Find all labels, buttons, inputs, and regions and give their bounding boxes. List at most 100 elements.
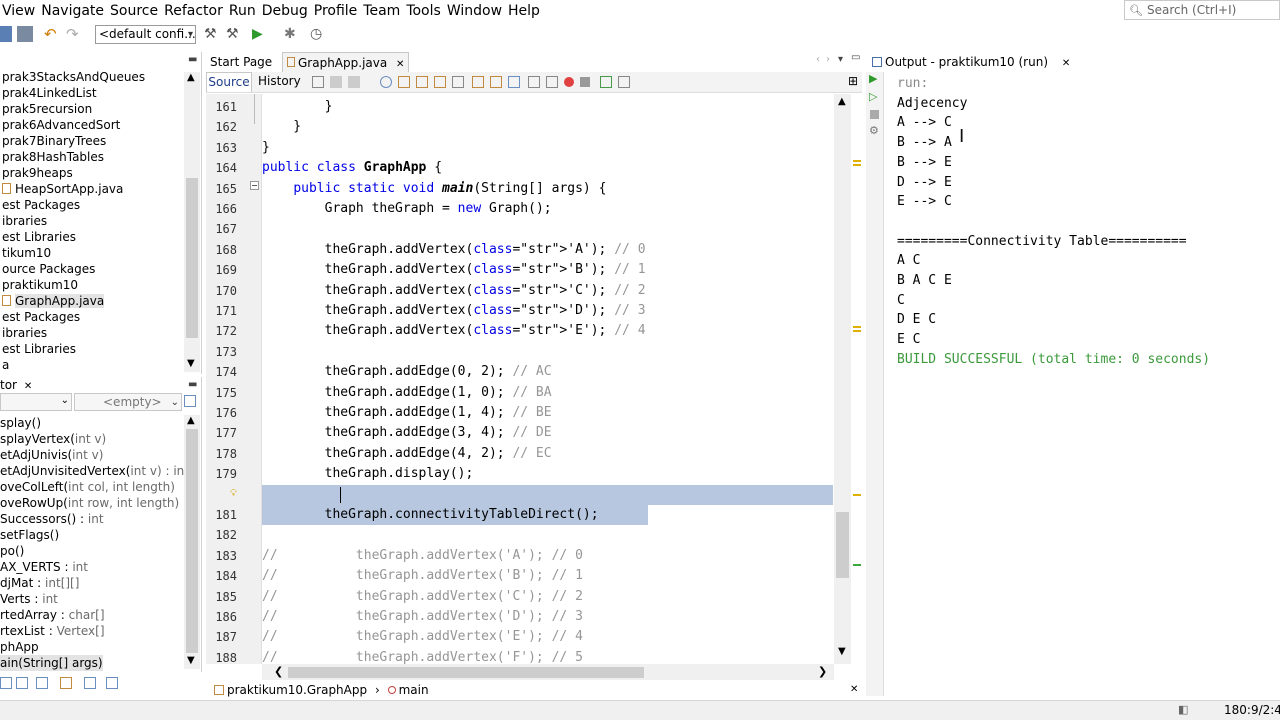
code-line[interactable]: } (262, 138, 833, 158)
code-line[interactable]: theGraph.addEdge(3, 4); // DE (262, 423, 833, 443)
navigator-member-select[interactable]: <empty> ⌄ (74, 393, 182, 411)
notification-icon[interactable]: ◧ (1178, 703, 1188, 716)
prev-bookmark-icon[interactable] (472, 76, 484, 88)
code-line[interactable]: // theGraph.addVertex('B'); // 1 (262, 566, 833, 586)
find-next-icon[interactable] (416, 76, 428, 88)
save-all-icon[interactable] (17, 26, 33, 42)
find-prev-icon[interactable] (398, 76, 410, 88)
code-line[interactable]: public class GraphApp { (262, 158, 833, 178)
sort-by-name-icon[interactable] (84, 677, 96, 689)
toggle-bookmark-icon[interactable] (508, 76, 520, 88)
sort-by-source-icon[interactable] (106, 677, 118, 689)
build-icon[interactable]: ⚒ (204, 26, 220, 42)
project-tree-item[interactable]: praktikum10 (2, 277, 78, 293)
undo-icon[interactable]: ↶ (44, 26, 60, 42)
navigator-member[interactable]: setFlags() (0, 527, 59, 543)
scroll-left-icon[interactable]: ❮ (274, 665, 283, 678)
add-icon[interactable]: ⊞ (848, 74, 858, 88)
tab-scroll-right-icon[interactable]: › (826, 54, 830, 65)
menu-run[interactable]: Run (227, 3, 260, 19)
menu-help[interactable]: Help (506, 3, 544, 19)
project-tree-item[interactable]: est Packages (2, 309, 80, 325)
code-line[interactable]: // theGraph.addVertex('C'); // 2 (262, 587, 833, 607)
navigator-member[interactable]: oveColLeft(int col, int length) (0, 479, 175, 495)
code-line[interactable]: // theGraph.addVertex('A'); // 0 (262, 546, 833, 566)
project-tree-item[interactable]: est Libraries (2, 341, 76, 357)
project-tree-item[interactable]: prak7BinaryTrees (2, 133, 106, 149)
filter-icon[interactable] (184, 395, 196, 407)
close-icon[interactable]: ✕ (396, 59, 404, 70)
start-macro-icon[interactable] (600, 76, 612, 88)
hint-bulb-icon[interactable]: 💡︎ (230, 488, 237, 499)
fold-icon[interactable]: − (250, 181, 259, 190)
editor-scrollbar[interactable]: ▲ ▼ (834, 94, 851, 664)
navigator-member[interactable]: splayVertex(int v) (0, 431, 106, 447)
warning-mark[interactable] (853, 160, 861, 162)
code-line[interactable]: public static void main(String[] args) { (262, 179, 833, 199)
scroll-down-icon[interactable]: ▼ (187, 655, 195, 666)
code-line[interactable]: theGraph.addVertex(class="str">'E'); // … (262, 321, 833, 341)
scroll-down-icon[interactable]: ▼ (838, 646, 846, 657)
scroll-thumb[interactable] (186, 178, 198, 338)
navigator-filter-select[interactable]: ⌄ (0, 393, 72, 411)
navigator-member[interactable]: po() (0, 543, 24, 559)
rerun-with-params-icon[interactable]: ▷ (869, 90, 877, 103)
scroll-up-icon[interactable]: ▲ (187, 415, 195, 426)
filter-static-icon[interactable] (16, 677, 28, 689)
code-line[interactable]: theGraph.addEdge(1, 0); // BA (262, 383, 833, 403)
code-line[interactable] (262, 342, 833, 362)
scroll-up-icon[interactable]: ▲ (187, 72, 195, 83)
code-line[interactable]: // theGraph.addVertex('E'); // 4 (262, 627, 833, 647)
menu-refactor[interactable]: Refactor (162, 3, 227, 19)
back-icon[interactable] (330, 76, 342, 88)
navigator-member[interactable]: djMat : int[][] (0, 575, 79, 591)
project-tree-item[interactable]: HeapSortApp.java (2, 181, 123, 197)
scroll-down-icon[interactable]: ▼ (187, 358, 195, 369)
output-console[interactable]: I run: Adjecency A --> C B --> A B --> E D --… (885, 74, 1280, 696)
new-project-icon[interactable] (0, 26, 12, 42)
code-line[interactable]: theGraph.display(); (262, 464, 833, 484)
forward-icon[interactable] (348, 76, 360, 88)
menu-tools[interactable]: Tools (404, 3, 445, 19)
project-tree-item[interactable]: prak5recursion (2, 101, 92, 117)
find-icon[interactable] (380, 76, 392, 88)
navigator-member[interactable]: rtexList : Vertex[] (0, 623, 105, 639)
navigator-member[interactable]: etAdjUnvisitedVertex(int v) : int (0, 463, 189, 479)
minimize-icon[interactable]: ▬ (188, 379, 197, 390)
menu-window[interactable]: Window (445, 3, 506, 19)
shift-right-icon[interactable] (546, 76, 558, 88)
menu-view[interactable]: View (0, 3, 39, 19)
project-tree-item[interactable]: tikum10 (2, 245, 51, 261)
shift-left-icon[interactable] (528, 76, 540, 88)
record-macro-icon[interactable] (564, 77, 574, 87)
project-tree-item[interactable]: ibraries (2, 213, 47, 229)
code-line[interactable]: theGraph.connectivityTableDirect(); (262, 505, 648, 525)
project-tree-item[interactable]: prak4LinkedList (2, 85, 97, 101)
close-icon[interactable]: ✕ (24, 381, 32, 392)
navigator-tab[interactable]: tor (0, 378, 17, 392)
tab-output[interactable]: Output - praktikum10 (run) ✕ (868, 52, 1074, 72)
redo-icon[interactable]: ↷ (66, 26, 82, 42)
filter-nonpublic-icon[interactable] (36, 677, 48, 689)
project-tree-item[interactable]: est Packages (2, 197, 80, 213)
code-line[interactable]: theGraph.addVertex(class="str">'D'); // … (262, 301, 833, 321)
scroll-thumb[interactable] (836, 512, 849, 578)
navigator-member[interactable]: phApp (0, 639, 39, 655)
source-tab[interactable]: Source (206, 72, 252, 92)
run-icon[interactable]: ▶ (252, 26, 268, 42)
navigator-member[interactable]: ain(String[] args) (0, 655, 103, 671)
code-line[interactable]: theGraph.addEdge(1, 4); // BE (262, 403, 833, 423)
code-line[interactable] (262, 484, 833, 505)
tab-start-page[interactable]: Start Page (206, 52, 276, 72)
next-bookmark-icon[interactable] (490, 76, 502, 88)
project-tree-item[interactable]: a (2, 357, 9, 373)
last-edit-icon[interactable] (312, 76, 324, 88)
menu-navigate[interactable]: Navigate (39, 3, 108, 19)
scroll-right-icon[interactable]: ❯ (818, 665, 827, 678)
debug-icon[interactable]: ✱ (284, 26, 300, 42)
warning-mark[interactable] (853, 494, 861, 496)
code-line[interactable] (262, 525, 833, 545)
settings-icon[interactable]: ⚙ (869, 124, 879, 137)
toggle-highlight-icon[interactable] (452, 76, 464, 88)
comment-icon[interactable] (618, 76, 630, 88)
